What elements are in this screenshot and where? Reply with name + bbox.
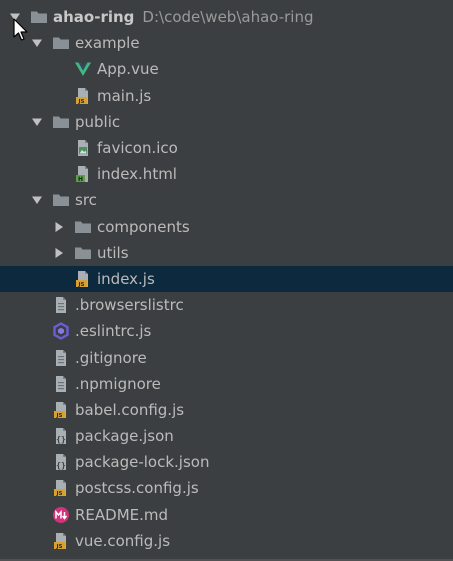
- tree-row-file-src-index-js[interactable]: JS index.js: [0, 265, 453, 293]
- tree-row-file-postcss-config[interactable]: JS postcss.config.js: [0, 475, 453, 501]
- tree-item-label: ahao-ring: [53, 8, 135, 27]
- tree-item-label: .npmignore: [75, 374, 161, 393]
- tree-row-file-gitignore[interactable]: .gitignore: [0, 344, 453, 370]
- tree-row-file-npmignore[interactable]: .npmignore: [0, 371, 453, 397]
- tree-item-label: package-lock.json: [75, 453, 210, 472]
- svg-text:{}: {}: [56, 435, 66, 444]
- folder-icon: [74, 218, 92, 236]
- tree-row-file-eslintrc[interactable]: .eslintrc.js: [0, 318, 453, 344]
- expand-arrow-right-icon[interactable]: [52, 246, 66, 260]
- folder-icon: [74, 244, 92, 262]
- svg-text:JS: JS: [55, 491, 62, 497]
- tree-row-file-favicon[interactable]: favicon.ico: [0, 135, 453, 161]
- tree-item-label: vue.config.js: [75, 531, 171, 550]
- tree-row-file-app-vue[interactable]: App.vue: [0, 56, 453, 82]
- json-file-icon: {}: [52, 427, 70, 445]
- folder-icon: [52, 113, 70, 131]
- tree-item-label: utils: [97, 243, 129, 262]
- json-file-icon: {}: [52, 453, 70, 471]
- tree-item-label: favicon.ico: [97, 139, 178, 158]
- project-path: D:\code\web\ahao-ring: [142, 8, 314, 27]
- text-file-icon: [52, 375, 70, 393]
- tree-row-file-browserslistrc[interactable]: .browserslistrc: [0, 292, 453, 318]
- tree-row-file-package-json[interactable]: {} package.json: [0, 423, 453, 449]
- svg-text:JS: JS: [77, 99, 84, 105]
- tree-item-label: index.js: [97, 269, 155, 288]
- tree-item-label: main.js: [97, 86, 152, 105]
- expand-arrow-down-icon[interactable]: [8, 10, 22, 24]
- tree-item-label: README.md: [75, 505, 169, 524]
- js-file-icon: JS: [74, 87, 92, 105]
- expand-arrow-down-icon[interactable]: [30, 115, 44, 129]
- tree-row-file-babel-config[interactable]: JS babel.config.js: [0, 397, 453, 423]
- tree-item-label: components: [97, 217, 190, 236]
- image-file-icon: [74, 139, 92, 157]
- expand-arrow-right-icon[interactable]: [52, 220, 66, 234]
- expand-arrow-down-icon[interactable]: [30, 193, 44, 207]
- tree-row-file-index-html[interactable]: Hindex.html: [0, 161, 453, 187]
- svg-text:JS: JS: [55, 413, 62, 419]
- svg-text:JS: JS: [55, 544, 62, 550]
- tree-row-file-main-js[interactable]: JS main.js: [0, 83, 453, 109]
- tree-item-label: package.json: [75, 427, 174, 446]
- tree-row-folder-utils[interactable]: utils: [0, 240, 453, 266]
- js-file-icon: JS: [52, 479, 70, 497]
- js-file-icon: JS: [52, 401, 70, 419]
- tree-item-label: .browserslistrc: [75, 296, 184, 315]
- tree-row-project-root[interactable]: ahao-ring D:\code\web\ahao-ring: [0, 4, 453, 30]
- folder-icon: [52, 34, 70, 52]
- tree-row-folder-src[interactable]: src: [0, 187, 453, 213]
- text-file-icon: [52, 296, 70, 314]
- tree-row-folder-public[interactable]: public: [0, 109, 453, 135]
- tree-item-label: index.html: [97, 165, 177, 184]
- tree-row-folder-example[interactable]: example: [0, 30, 453, 56]
- svg-text:{}: {}: [56, 461, 66, 470]
- tree-item-label: postcss.config.js: [75, 479, 199, 498]
- tree-item-label: example: [75, 34, 140, 53]
- vue-file-icon: [74, 60, 92, 78]
- folder-icon: [30, 8, 48, 26]
- tree-row-file-vue-config[interactable]: JS vue.config.js: [0, 528, 453, 554]
- tree-item-label: babel.config.js: [75, 400, 185, 419]
- js-file-icon: JS: [52, 532, 70, 550]
- html-file-icon: H: [74, 165, 92, 183]
- svg-text:H: H: [78, 176, 83, 183]
- folder-icon: [52, 191, 70, 209]
- markdown-file-icon: [52, 506, 70, 524]
- project-tree: ahao-ring D:\code\web\ahao-ring example App…: [0, 0, 453, 561]
- tree-row-folder-components[interactable]: components: [0, 214, 453, 240]
- expand-arrow-down-icon[interactable]: [30, 36, 44, 50]
- svg-text:JS: JS: [77, 282, 84, 288]
- tree-row-file-package-lock-json[interactable]: {} package-lock.json: [0, 449, 453, 475]
- tree-item-label: public: [75, 112, 121, 131]
- tree-item-label: src: [75, 191, 97, 210]
- tree-row-file-readme[interactable]: README.md: [0, 502, 453, 528]
- js-file-icon: JS: [74, 270, 92, 288]
- tree-item-label: .gitignore: [75, 348, 147, 367]
- tree-item-label: App.vue: [97, 60, 159, 79]
- eslint-icon: [52, 322, 70, 341]
- tree-item-label: .eslintrc.js: [75, 322, 152, 341]
- text-file-icon: [52, 349, 70, 367]
